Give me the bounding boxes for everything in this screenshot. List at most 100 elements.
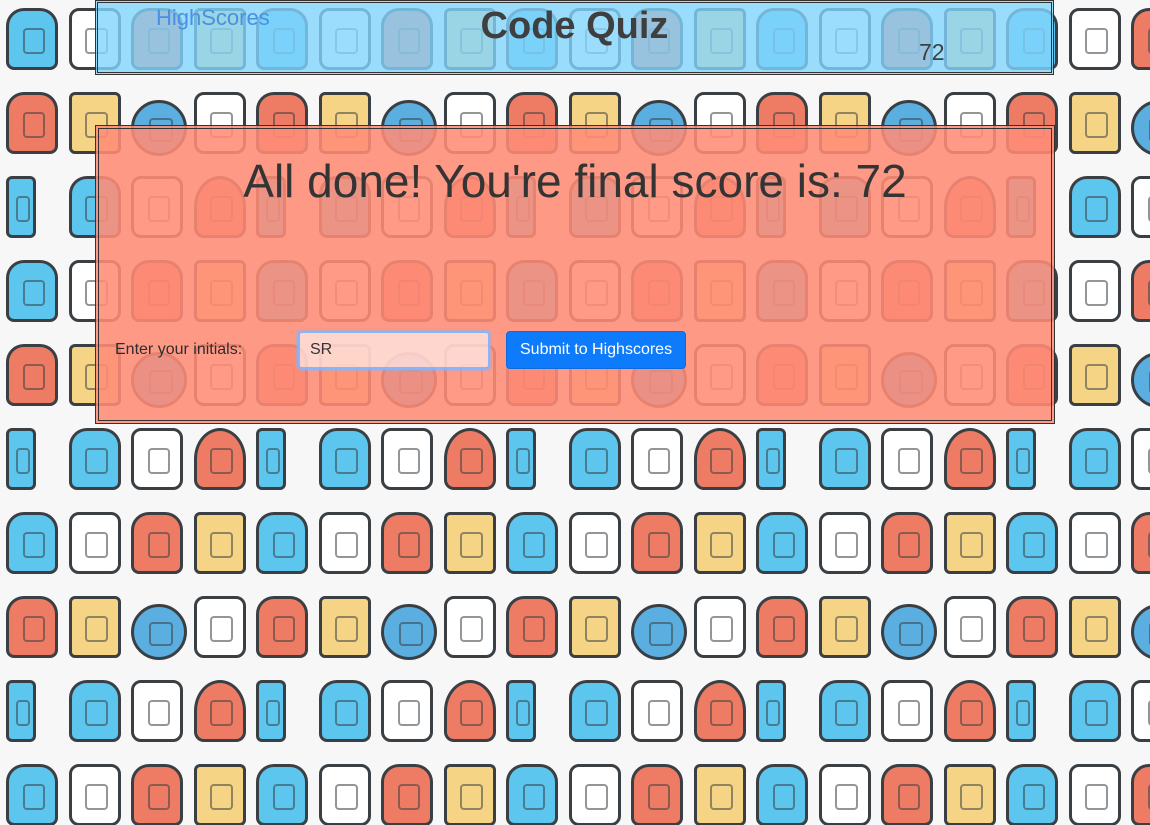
brain-icon bbox=[1068, 512, 1121, 574]
phone-battery-icon bbox=[6, 428, 36, 490]
pattern-row bbox=[0, 764, 1150, 825]
user-gear-icon bbox=[756, 596, 808, 658]
brain-icon bbox=[818, 512, 871, 574]
monitor-gear-icon bbox=[631, 428, 683, 490]
hand-network-icon bbox=[818, 680, 871, 742]
heart-circuit-icon bbox=[693, 428, 746, 490]
robot-bug-icon bbox=[1131, 512, 1150, 574]
brain-icon bbox=[1068, 8, 1121, 70]
magnifier-grid-icon bbox=[693, 596, 746, 658]
brain-icon bbox=[318, 764, 371, 825]
globe-network-icon bbox=[1131, 604, 1150, 660]
heart-circuit-icon bbox=[193, 680, 246, 742]
atom-book-icon bbox=[693, 764, 746, 825]
hand-network-icon bbox=[318, 680, 371, 742]
robot-bug-icon bbox=[1131, 260, 1150, 322]
phone-battery-icon bbox=[256, 428, 286, 490]
robot-bug-icon bbox=[631, 512, 683, 574]
brain-icon bbox=[568, 512, 621, 574]
robot-bug-icon bbox=[381, 512, 433, 574]
brain-head-icon bbox=[506, 512, 558, 574]
hand-network-icon bbox=[318, 428, 371, 490]
initials-input[interactable] bbox=[296, 329, 492, 371]
initials-form: Enter your initials: Submit to Highscore… bbox=[115, 329, 687, 371]
result-panel: All done! You're final score is: 72 Ente… bbox=[95, 125, 1055, 424]
hand-network-icon bbox=[1068, 428, 1121, 490]
heart-circuit-icon bbox=[943, 680, 996, 742]
globe-network-icon bbox=[1131, 100, 1150, 156]
submit-highscores-button[interactable]: Submit to Highscores bbox=[506, 331, 687, 369]
chip-icon bbox=[818, 596, 871, 658]
brain-icon bbox=[318, 512, 371, 574]
brain-icon bbox=[1068, 764, 1121, 825]
atom-book-icon bbox=[943, 512, 996, 574]
brain-head-icon bbox=[756, 512, 808, 574]
brain-head-icon bbox=[6, 764, 58, 825]
monitor-gear-icon bbox=[381, 428, 433, 490]
hand-network-icon bbox=[1068, 680, 1121, 742]
monitor-gear-icon bbox=[1131, 428, 1150, 490]
heart-circuit-icon bbox=[943, 428, 996, 490]
phone-battery-icon bbox=[756, 428, 786, 490]
monitor-gear-icon bbox=[1131, 680, 1150, 742]
robot-bug-icon bbox=[631, 764, 683, 825]
chip-icon bbox=[1068, 344, 1121, 406]
brain-head-icon bbox=[6, 8, 58, 70]
atom-book-icon bbox=[443, 764, 496, 825]
brain-head-icon bbox=[1006, 764, 1058, 825]
monitor-gear-icon bbox=[381, 680, 433, 742]
monitor-gear-icon bbox=[631, 680, 683, 742]
user-gear-icon bbox=[6, 92, 58, 154]
atom-book-icon bbox=[193, 764, 246, 825]
phone-battery-icon bbox=[1006, 428, 1036, 490]
globe-network-icon bbox=[631, 604, 687, 660]
initials-label: Enter your initials: bbox=[115, 341, 243, 358]
atom-book-icon bbox=[693, 512, 746, 574]
monitor-gear-icon bbox=[881, 680, 933, 742]
brain-head-icon bbox=[256, 512, 308, 574]
monitor-gear-icon bbox=[881, 428, 933, 490]
timer-value: 72 bbox=[919, 39, 945, 65]
user-gear-icon bbox=[6, 344, 58, 406]
magnifier-grid-icon bbox=[943, 596, 996, 658]
phone-battery-icon bbox=[6, 176, 36, 238]
pattern-row bbox=[0, 512, 1150, 596]
robot-bug-icon bbox=[881, 512, 933, 574]
magnifier-grid-icon bbox=[193, 596, 246, 658]
monitor-gear-icon bbox=[1131, 176, 1150, 238]
atom-book-icon bbox=[193, 512, 246, 574]
pattern-row bbox=[0, 596, 1150, 680]
page-title: Code Quiz bbox=[480, 5, 669, 47]
phone-battery-icon bbox=[6, 680, 36, 742]
magnifier-grid-icon bbox=[443, 596, 496, 658]
phone-battery-icon bbox=[1006, 680, 1036, 742]
pattern-row bbox=[0, 428, 1150, 512]
user-gear-icon bbox=[256, 596, 308, 658]
brain-head-icon bbox=[6, 260, 58, 322]
user-gear-icon bbox=[506, 596, 558, 658]
globe-network-icon bbox=[881, 604, 937, 660]
robot-bug-icon bbox=[1131, 764, 1150, 825]
chip-icon bbox=[568, 596, 621, 658]
user-gear-icon bbox=[1006, 596, 1058, 658]
brain-head-icon bbox=[506, 764, 558, 825]
atom-book-icon bbox=[443, 512, 496, 574]
globe-network-icon bbox=[131, 604, 187, 660]
brain-icon bbox=[1068, 260, 1121, 322]
hand-network-icon bbox=[1068, 176, 1121, 238]
brain-icon bbox=[568, 764, 621, 825]
heart-circuit-icon bbox=[693, 680, 746, 742]
hand-network-icon bbox=[68, 680, 121, 742]
hand-network-icon bbox=[568, 428, 621, 490]
robot-bug-icon bbox=[381, 764, 433, 825]
chip-icon bbox=[1068, 596, 1121, 658]
brain-head-icon bbox=[256, 764, 308, 825]
phone-battery-icon bbox=[506, 680, 536, 742]
robot-bug-icon bbox=[1131, 8, 1150, 70]
chip-icon bbox=[1068, 92, 1121, 154]
robot-bug-icon bbox=[131, 512, 183, 574]
hand-network-icon bbox=[568, 680, 621, 742]
brain-icon bbox=[818, 764, 871, 825]
header-bar: HighScores Code Quiz 72 bbox=[95, 0, 1054, 75]
heart-circuit-icon bbox=[193, 428, 246, 490]
